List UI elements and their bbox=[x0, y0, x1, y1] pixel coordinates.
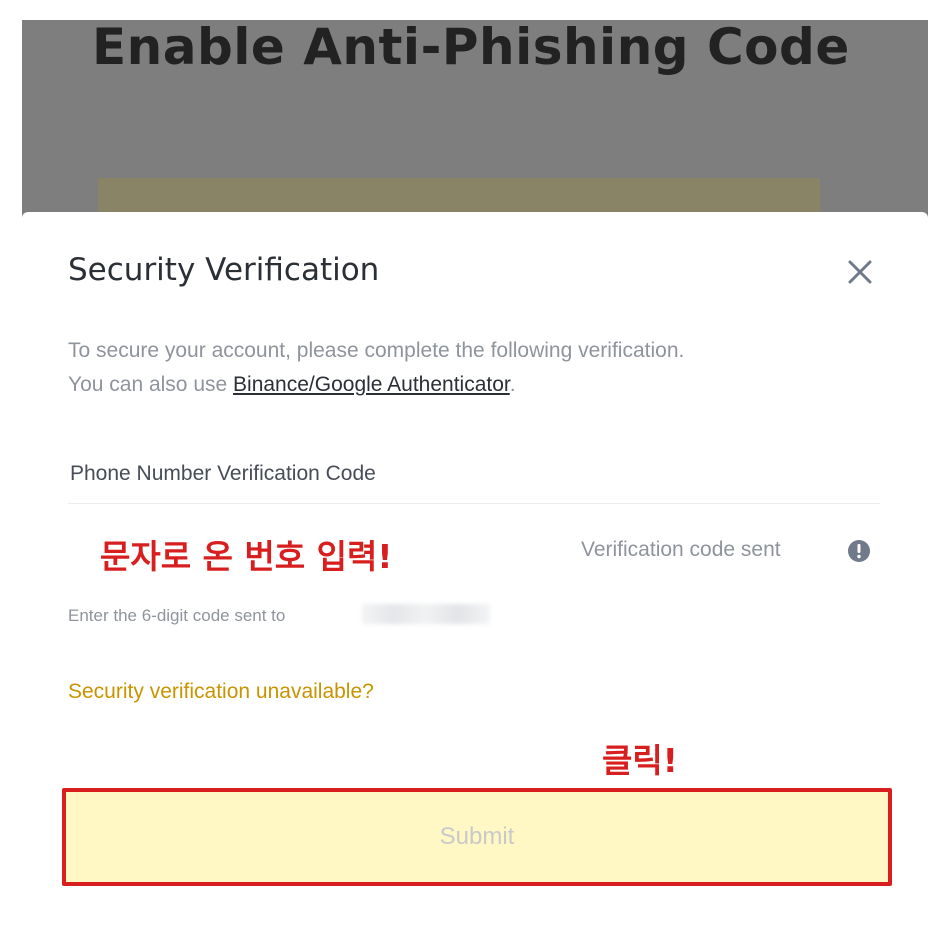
page-title: Enable Anti-Phishing Code bbox=[92, 18, 850, 76]
annotation-enter-code: 문자로 온 번호 입력! bbox=[100, 537, 393, 576]
verification-unavailable-link[interactable]: Security verification unavailable? bbox=[68, 680, 374, 704]
code-hint: Enter the 6-digit code sent to bbox=[68, 606, 286, 625]
modal-description: To secure your account, please complete … bbox=[68, 334, 888, 402]
submit-highlight-box bbox=[62, 788, 892, 886]
phone-code-label: Phone Number Verification Code bbox=[70, 462, 376, 485]
authenticator-link[interactable]: Binance/Google Authenticator bbox=[233, 373, 510, 396]
description-line-1: To secure your account, please complete … bbox=[68, 339, 685, 362]
description-line-2-suffix: . bbox=[509, 373, 516, 396]
redacted-phone-number bbox=[362, 604, 490, 624]
field-divider bbox=[68, 503, 880, 504]
annotation-click: 클릭! bbox=[602, 741, 678, 780]
code-sent-status: Verification code sent bbox=[581, 538, 781, 561]
description-line-2-prefix: You can also use bbox=[68, 373, 234, 396]
modal-title: Security Verification bbox=[68, 252, 380, 288]
close-icon[interactable] bbox=[842, 254, 878, 290]
info-icon[interactable] bbox=[847, 539, 871, 563]
